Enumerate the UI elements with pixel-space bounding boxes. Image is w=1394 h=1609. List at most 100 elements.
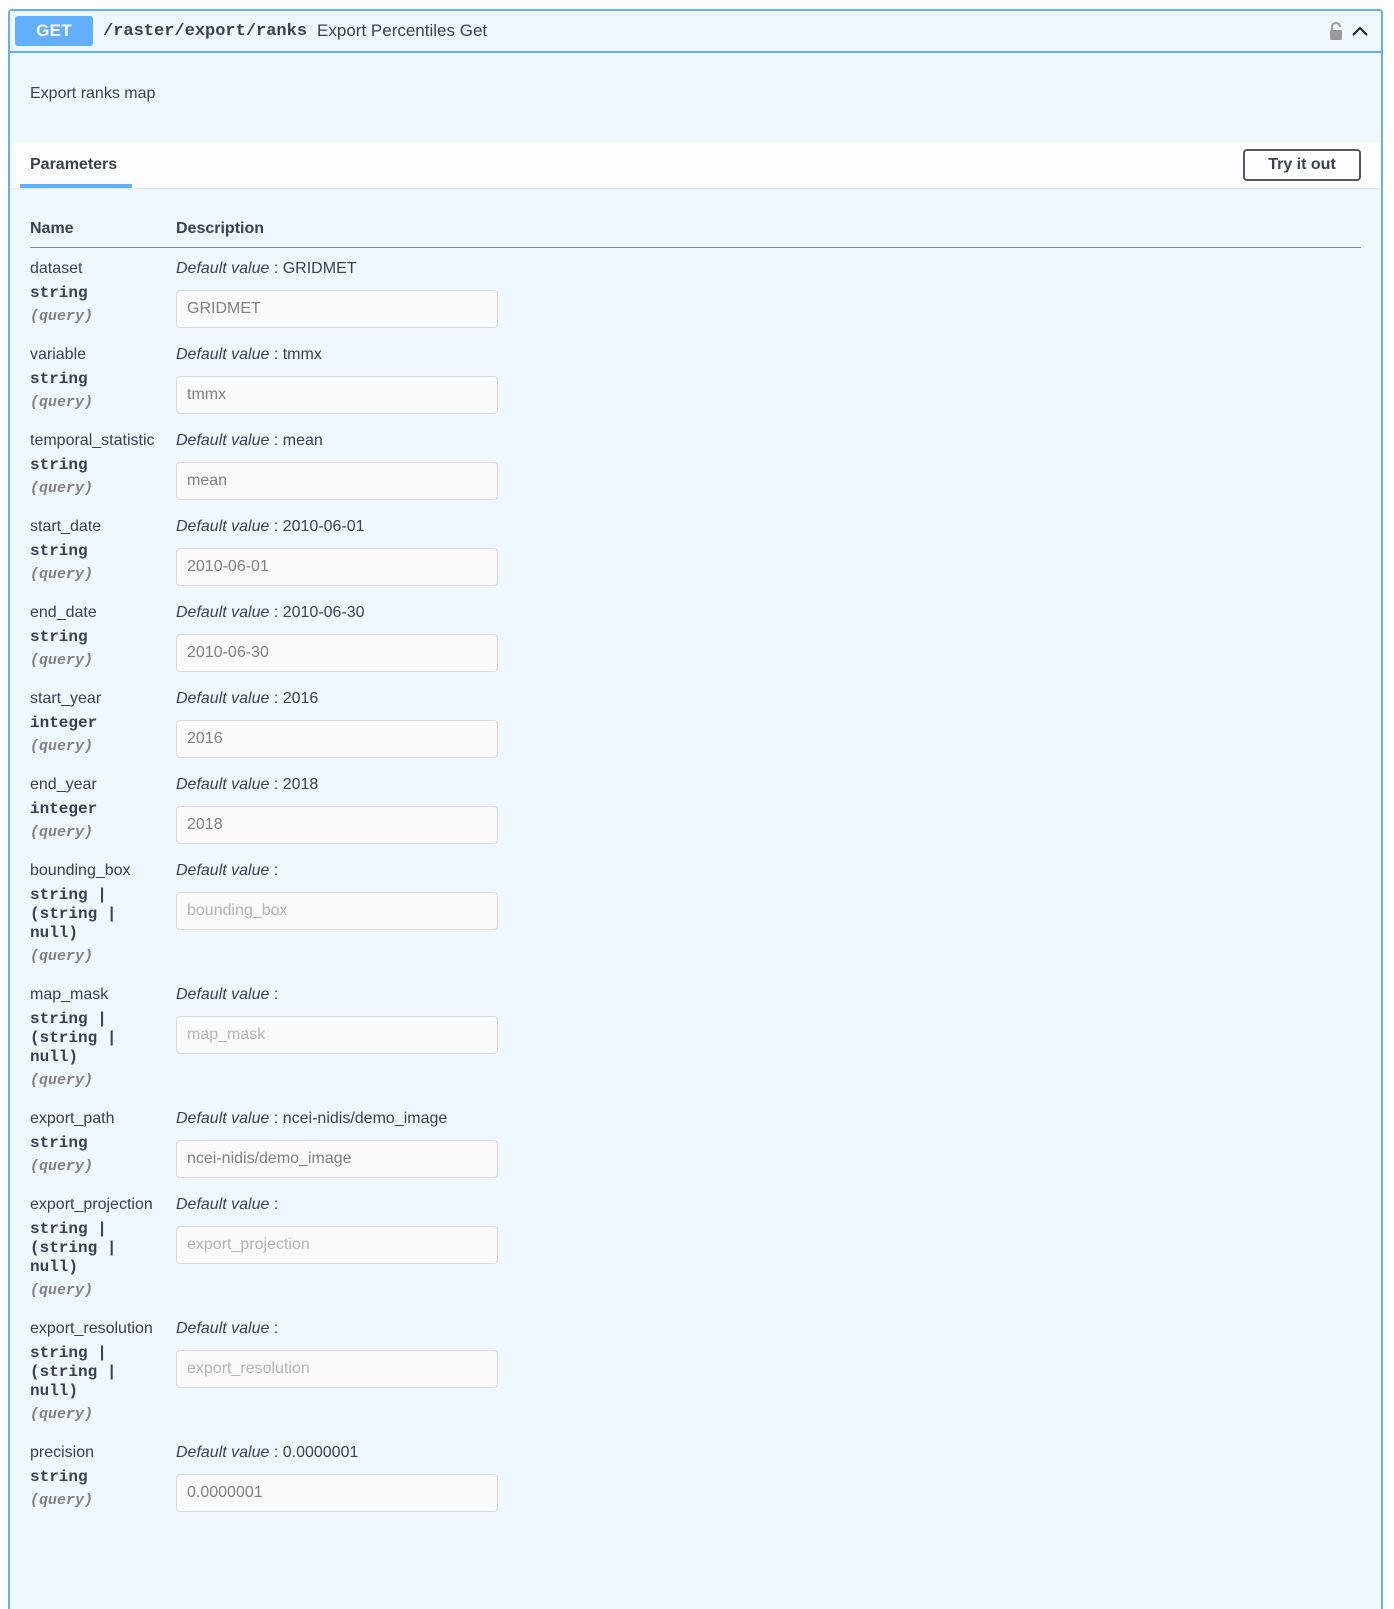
default-value-label: Default value bbox=[176, 1320, 270, 1337]
name-column-header: Name bbox=[30, 220, 74, 237]
param-input-export-path[interactable] bbox=[176, 1140, 498, 1178]
parameter-location: (query) bbox=[30, 824, 94, 841]
default-value-label: Default value bbox=[176, 1444, 270, 1461]
try-it-out-button[interactable]: Try it out bbox=[1243, 149, 1361, 181]
parameter-row-bounding-box: bounding_box string | (string | null) (q… bbox=[30, 850, 1361, 974]
parameter-name: end_year bbox=[30, 776, 97, 793]
param-input-precision[interactable] bbox=[176, 1474, 498, 1512]
parameter-row-export-projection: export_projection string | (string | nul… bbox=[30, 1184, 1361, 1308]
parameter-description-cell: Default value : 2016 bbox=[176, 678, 498, 758]
parameter-name-cell: temporal_statistic string (query) bbox=[30, 420, 176, 498]
parameter-name-cell: end_date string (query) bbox=[30, 592, 176, 670]
parameter-type: integer bbox=[30, 800, 98, 818]
default-value-label: Default value bbox=[176, 260, 270, 277]
param-input-start-year[interactable] bbox=[176, 720, 498, 758]
parameter-description-cell: Default value : bbox=[176, 974, 498, 1054]
parameter-description-cell: Default value : mean bbox=[176, 420, 498, 500]
parameter-location: (query) bbox=[30, 394, 94, 411]
parameters-table: Name Description dataset string (query) … bbox=[10, 188, 1381, 1518]
operation-summary[interactable]: GET /raster/export/ranks Export Percenti… bbox=[10, 11, 1381, 53]
parameter-type: integer bbox=[30, 714, 98, 732]
default-value-label: Default value bbox=[176, 346, 270, 363]
default-value-label: Default value bbox=[176, 518, 270, 535]
parameter-name: start_date bbox=[30, 518, 102, 535]
default-value-text: mean bbox=[282, 432, 323, 449]
parameter-name: export_path bbox=[30, 1110, 115, 1127]
default-value-text: tmmx bbox=[282, 346, 322, 363]
chevron-up-icon[interactable] bbox=[1351, 22, 1369, 40]
table-header: Name Description bbox=[30, 188, 1361, 248]
parameter-name-cell: start_year integer (query) bbox=[30, 678, 176, 756]
parameter-type: string bbox=[30, 1134, 88, 1152]
default-value-label: Default value bbox=[176, 432, 270, 449]
parameter-location: (query) bbox=[30, 308, 94, 325]
method-badge: GET bbox=[15, 16, 93, 46]
default-value-text: 2010-06-01 bbox=[282, 518, 365, 535]
parameter-location: (query) bbox=[30, 948, 94, 965]
parameters-header: Parameters Try it out bbox=[10, 142, 1381, 188]
default-value-label: Default value bbox=[176, 986, 270, 1003]
parameter-description-cell: Default value : bbox=[176, 850, 498, 930]
default-value-label: Default value bbox=[176, 862, 270, 879]
endpoint-path: /raster/export/ranks bbox=[103, 21, 308, 41]
parameter-row-precision: precision string (query) Default value :… bbox=[30, 1432, 1361, 1518]
parameter-location: (query) bbox=[30, 1406, 94, 1423]
operation-description: Export ranks map bbox=[30, 85, 156, 102]
parameter-description-cell: Default value : 2018 bbox=[176, 764, 498, 844]
default-value: Default value : mean bbox=[176, 432, 323, 449]
parameter-name-cell: start_date string (query) bbox=[30, 506, 176, 584]
parameter-location: (query) bbox=[30, 1282, 94, 1299]
parameter-location: (query) bbox=[30, 480, 94, 497]
default-value-text: 0.0000001 bbox=[282, 1444, 359, 1461]
parameter-name: dataset bbox=[30, 260, 83, 277]
default-value: Default value : GRIDMET bbox=[176, 260, 357, 277]
parameter-description-cell: Default value : bbox=[176, 1308, 498, 1388]
param-input-export-projection[interactable] bbox=[176, 1226, 498, 1264]
parameter-name-cell: variable string (query) bbox=[30, 334, 176, 412]
default-value: Default value : 2010-06-30 bbox=[176, 604, 365, 621]
parameter-row-export-path: export_path string (query) Default value… bbox=[30, 1098, 1361, 1184]
parameter-name: start_year bbox=[30, 690, 102, 707]
param-input-end-date[interactable] bbox=[176, 634, 498, 672]
parameter-row-map-mask: map_mask string | (string | null) (query… bbox=[30, 974, 1361, 1098]
lock-icon[interactable] bbox=[1329, 22, 1343, 40]
default-value: Default value : 2018 bbox=[176, 776, 319, 793]
parameter-type: string | (string | null) bbox=[30, 886, 117, 942]
parameter-rows: dataset string (query) Default value : G… bbox=[30, 248, 1361, 1518]
default-value-label: Default value bbox=[176, 1110, 270, 1127]
parameter-name-cell: bounding_box string | (string | null) (q… bbox=[30, 850, 176, 966]
param-input-bounding-box[interactable] bbox=[176, 892, 498, 930]
tab-parameters[interactable]: Parameters bbox=[20, 156, 132, 188]
default-value-label: Default value bbox=[176, 1196, 270, 1213]
default-value: Default value : bbox=[176, 862, 279, 879]
default-value-label: Default value bbox=[176, 604, 270, 621]
param-input-temporal-statistic[interactable] bbox=[176, 462, 498, 500]
param-input-variable[interactable] bbox=[176, 376, 498, 414]
parameter-name: map_mask bbox=[30, 986, 109, 1003]
parameter-description-cell: Default value : 2010-06-30 bbox=[176, 592, 498, 672]
parameter-name-cell: dataset string (query) bbox=[30, 248, 176, 326]
parameter-name-cell: export_projection string | (string | nul… bbox=[30, 1184, 176, 1300]
parameter-row-start-date: start_date string (query) Default value … bbox=[30, 506, 1361, 592]
parameter-name-cell: export_path string (query) bbox=[30, 1098, 176, 1176]
parameter-description-cell: Default value : bbox=[176, 1184, 498, 1264]
param-input-end-year[interactable] bbox=[176, 806, 498, 844]
parameter-location: (query) bbox=[30, 1072, 94, 1089]
parameter-type: string bbox=[30, 456, 88, 474]
parameter-name-cell: export_resolution string | (string | nul… bbox=[30, 1308, 176, 1424]
parameter-name: bounding_box bbox=[30, 862, 131, 879]
default-value: Default value : 2010-06-01 bbox=[176, 518, 365, 535]
parameter-row-export-resolution: export_resolution string | (string | nul… bbox=[30, 1308, 1361, 1432]
parameter-description-cell: Default value : 0.0000001 bbox=[176, 1432, 498, 1512]
summary-controls bbox=[1329, 22, 1369, 40]
parameter-type: string bbox=[30, 370, 88, 388]
parameter-name: export_resolution bbox=[30, 1320, 153, 1337]
param-input-map-mask[interactable] bbox=[176, 1016, 498, 1054]
param-input-export-resolution[interactable] bbox=[176, 1350, 498, 1388]
param-input-dataset[interactable] bbox=[176, 290, 498, 328]
default-value: Default value : 2016 bbox=[176, 690, 319, 707]
default-value: Default value : ncei-nidis/demo_image bbox=[176, 1110, 448, 1127]
parameter-type: string bbox=[30, 1468, 88, 1486]
param-input-start-date[interactable] bbox=[176, 548, 498, 586]
parameter-name: temporal_statistic bbox=[30, 432, 155, 449]
